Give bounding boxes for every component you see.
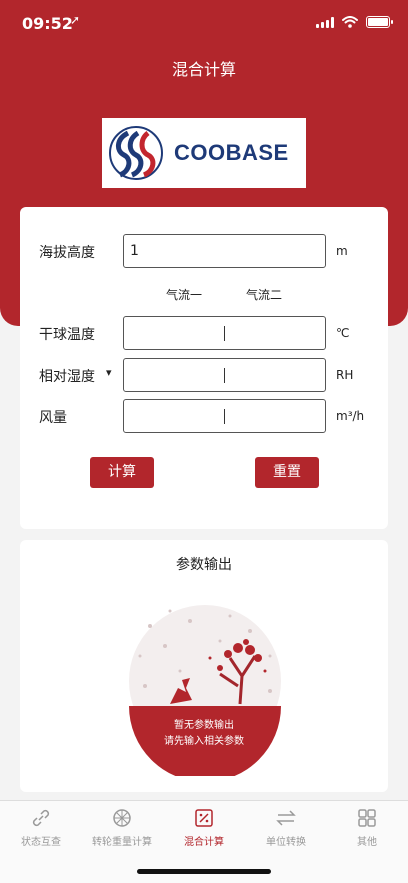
- stream2-header: 气流二: [246, 288, 283, 302]
- battery-icon: [366, 16, 393, 28]
- field-divider: [224, 409, 225, 424]
- tab-other[interactable]: 其他: [327, 807, 407, 848]
- link-icon: [32, 809, 50, 827]
- logo-text: COOBASE: [174, 140, 289, 165]
- tab-label: 转轮重量计算: [92, 837, 152, 848]
- percent-icon: [195, 809, 213, 827]
- airflow-label: 风量: [39, 410, 67, 426]
- wheel-icon: [113, 809, 131, 827]
- output-card: 参数输出 暂无参数输出 请先输入相关参数: [20, 540, 388, 792]
- dry-bulb-unit: ℃: [336, 326, 350, 340]
- status-icons: [316, 16, 393, 28]
- stream1-header: 气流一: [166, 288, 203, 302]
- brand-logo: COOBASE: [102, 118, 306, 188]
- tab-label: 混合计算: [184, 837, 224, 848]
- reset-button[interactable]: 重置: [255, 457, 319, 488]
- tab-unit-convert[interactable]: 单位转换: [246, 807, 326, 848]
- signal-icon: [316, 16, 334, 28]
- input-card: 海拔高度 1 m 气流一 气流二 干球温度 ℃ 相对湿度 ▾ RH 风量 m³/…: [20, 207, 388, 529]
- field-divider: [224, 368, 225, 383]
- altitude-value: 1: [130, 243, 139, 259]
- tab-status-check[interactable]: 状态互查: [1, 807, 81, 848]
- page-title: 混合计算: [171, 60, 236, 79]
- dry-bulb-label: 干球温度: [39, 327, 95, 343]
- home-indicator[interactable]: [137, 869, 271, 874]
- tab-label: 状态互查: [21, 837, 61, 848]
- status-time: 09:52: [22, 14, 73, 33]
- wifi-icon: [342, 16, 358, 28]
- altitude-label: 海拔高度: [39, 245, 95, 261]
- calculate-button[interactable]: 计算: [90, 457, 154, 488]
- empty-state-illustration: [129, 605, 281, 776]
- altitude-input[interactable]: 1: [123, 234, 326, 268]
- chevron-down-icon[interactable]: ▾: [106, 366, 112, 379]
- humidity-unit: RH: [336, 368, 354, 382]
- swap-icon: [276, 810, 296, 826]
- tab-label: 单位转换: [266, 837, 306, 848]
- tab-mix-calc[interactable]: 混合计算: [164, 807, 244, 848]
- empty-state-line1: 暂无参数输出: [174, 720, 234, 731]
- empty-state-line2: 请先输入相关参数: [164, 736, 244, 747]
- output-title: 参数输出: [176, 557, 232, 573]
- altitude-unit: m: [336, 244, 348, 258]
- airflow-input[interactable]: [123, 399, 326, 433]
- status-bar: 09:52 ➚: [0, 0, 408, 48]
- airflow-unit: m³/h: [336, 409, 365, 423]
- location-icon: ➚: [70, 13, 81, 27]
- logo-mark-icon: [109, 126, 163, 180]
- humidity-label[interactable]: 相对湿度: [39, 366, 95, 386]
- grid-icon: [358, 809, 376, 827]
- tab-label: 其他: [357, 837, 377, 848]
- dry-bulb-input[interactable]: [123, 316, 326, 350]
- humidity-input[interactable]: [123, 358, 326, 392]
- tab-wheel-weight[interactable]: 转轮重量计算: [82, 807, 162, 848]
- field-divider: [224, 326, 225, 341]
